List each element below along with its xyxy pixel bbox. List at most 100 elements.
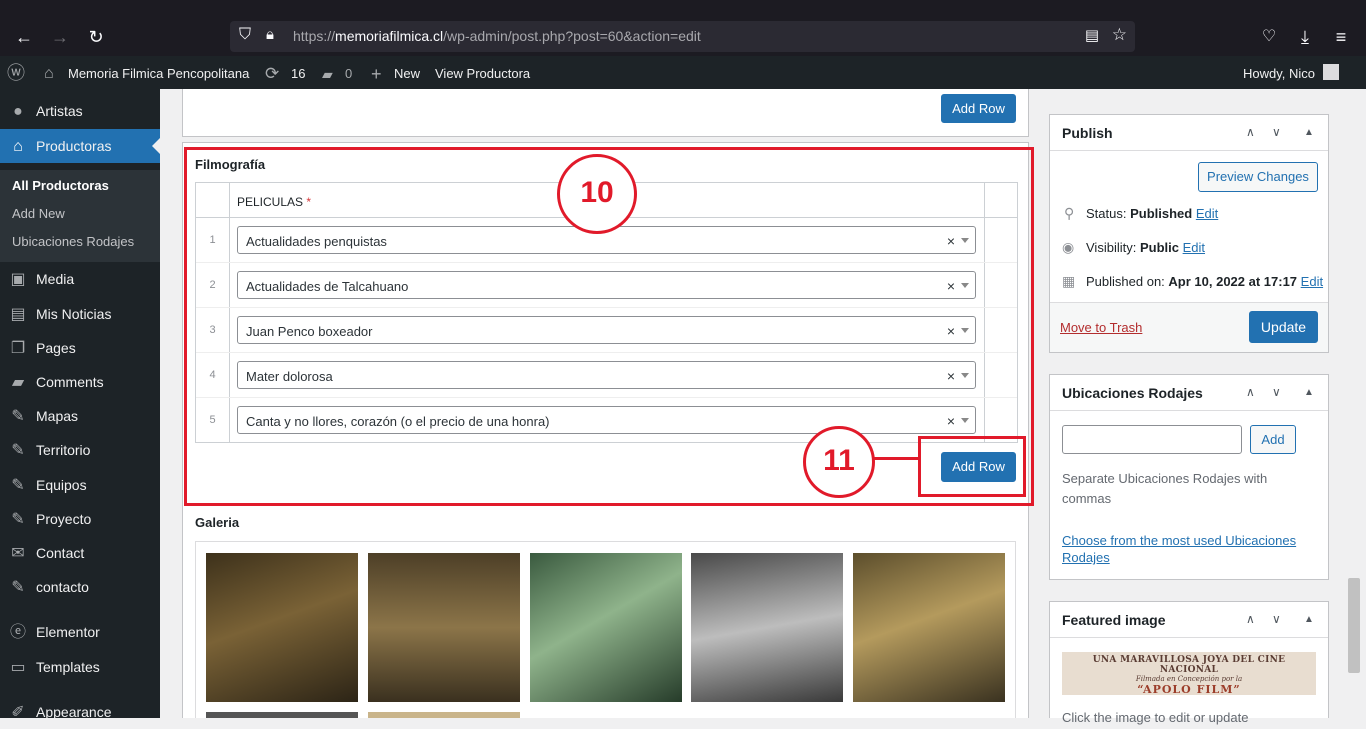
- annotation-callout-10: 10: [557, 154, 637, 234]
- url-bar[interactable]: ⛉ 🔒︎ https://memoriafilmica.cl/wp-admin/…: [230, 21, 1135, 52]
- sidebar-item-pages[interactable]: ❐ Pages: [0, 331, 160, 365]
- lock-icon[interactable]: 🔒︎: [266, 26, 274, 43]
- sidebar-item-mis-noticias[interactable]: ▤ Mis Noticias: [0, 297, 160, 331]
- sidebar-item-equipos[interactable]: ✎ Equipos: [0, 468, 160, 502]
- toggle-panel-icon[interactable]: ▲: [1304, 387, 1314, 398]
- url-text[interactable]: https://memoriafilmica.cl/wp-admin/post.…: [293, 28, 701, 44]
- gallery-thumbnail[interactable]: [530, 553, 682, 702]
- plus-icon[interactable]: +: [371, 56, 382, 89]
- add-row-button-top[interactable]: Add Row: [941, 94, 1016, 123]
- edit-date-link[interactable]: Edit: [1301, 274, 1323, 289]
- page-scrollbar-thumb[interactable]: [1348, 578, 1360, 673]
- new-tag-input[interactable]: [1062, 425, 1242, 454]
- home-icon[interactable]: ⌂: [44, 56, 54, 89]
- submenu-add-new[interactable]: Add New: [12, 206, 65, 221]
- howdy-user[interactable]: Howdy, Nico: [1243, 56, 1315, 89]
- move-up-icon[interactable]: ∧: [1246, 385, 1255, 399]
- preview-changes-button[interactable]: Preview Changes: [1198, 162, 1318, 192]
- update-button[interactable]: Update: [1249, 311, 1318, 343]
- submenu-ubicaciones-rodajes[interactable]: Ubicaciones Rodajes: [12, 234, 134, 249]
- pin-icon: ✎: [11, 511, 25, 528]
- elementor-icon: ⓔ: [9, 624, 26, 641]
- sidebar-item-contact[interactable]: ✉ Contact: [0, 536, 160, 570]
- gallery-thumbnail[interactable]: [206, 712, 358, 718]
- submenu-all-productoras[interactable]: All Productoras: [12, 178, 109, 193]
- sidebar-item-comments[interactable]: ▰ Comments: [0, 365, 160, 399]
- brush-icon: ✐: [11, 704, 25, 721]
- publish-header: Publish ∧ ∨ ▲: [1050, 115, 1328, 151]
- toggle-panel-icon[interactable]: ▲: [1304, 614, 1314, 625]
- current-arrow-icon: [152, 138, 160, 154]
- ubicaciones-rodajes-box: Ubicaciones Rodajes ∧ ∨ ▲ Add Separate U…: [1049, 374, 1329, 580]
- avatar[interactable]: [1323, 64, 1339, 80]
- new-link[interactable]: New: [394, 56, 420, 89]
- sidebar-item-templates[interactable]: ▭ Templates: [0, 650, 160, 684]
- admin-bar: ⓦ ⌂ Memoria Filmica Pencopolitana ⟳ 16 ▰…: [0, 56, 1366, 89]
- sidebar-item-artistas[interactable]: ● Artistas: [0, 94, 160, 128]
- visibility-line: Visibility: Public Edit: [1086, 240, 1206, 255]
- gallery-thumbnail[interactable]: [368, 553, 520, 702]
- comments-count[interactable]: 0: [345, 56, 352, 89]
- browser-chrome: ← → ↻ ⛉ 🔒︎ https://memoriafilmica.cl/wp-…: [0, 0, 1366, 56]
- sidebar-item-mapas[interactable]: ✎ Mapas: [0, 399, 160, 433]
- reader-view-icon[interactable]: ▤: [1085, 26, 1099, 44]
- calendar-icon: ▦: [1062, 273, 1076, 289]
- toggle-panel-icon[interactable]: ▲: [1304, 127, 1314, 138]
- home-icon: ⌂: [13, 138, 23, 155]
- add-tag-button[interactable]: Add: [1250, 425, 1296, 454]
- sidebar-item-productoras[interactable]: ⌂ Productoras: [0, 129, 160, 163]
- sidebar-item-media[interactable]: ▣ Media: [0, 262, 160, 296]
- gallery-thumbnail[interactable]: [368, 712, 520, 718]
- forward-icon[interactable]: →: [49, 26, 71, 48]
- updates-count[interactable]: 16: [291, 56, 305, 89]
- choose-most-used-link[interactable]: Choose from the most used Ubicaciones Ro…: [1062, 532, 1317, 566]
- gallery-thumbnail[interactable]: [853, 553, 1005, 702]
- wordpress-logo-icon[interactable]: ⓦ: [7, 56, 27, 89]
- gallery-thumbnail[interactable]: [691, 553, 843, 702]
- menu-icon[interactable]: ≡: [1330, 26, 1352, 48]
- shield-icon[interactable]: ⛉: [239, 26, 251, 44]
- bookmark-star-icon[interactable]: ☆: [1112, 25, 1127, 45]
- download-icon[interactable]: ⤓: [1294, 26, 1316, 48]
- updates-icon[interactable]: ⟳: [265, 56, 279, 89]
- sidebar-item-contacto[interactable]: ✎ contacto: [0, 570, 160, 604]
- sidebar-item-elementor[interactable]: ⓔ Elementor: [0, 615, 160, 649]
- reload-icon[interactable]: ↻: [85, 26, 107, 48]
- move-up-icon[interactable]: ∧: [1246, 612, 1255, 626]
- sidebar-item-proyecto[interactable]: ✎ Proyecto: [0, 502, 160, 536]
- back-icon[interactable]: ←: [13, 26, 35, 48]
- move-down-icon[interactable]: ∨: [1272, 612, 1281, 626]
- view-productora-link[interactable]: View Productora: [435, 56, 530, 89]
- pin-icon: ✎: [11, 579, 25, 596]
- pages-icon: ❐: [10, 340, 26, 357]
- featured-header: Featured image ∧ ∨ ▲: [1050, 602, 1328, 638]
- pin-icon: ✎: [11, 408, 25, 425]
- featured-image-thumbnail[interactable]: UNA MARAVILLOSA JOYA DEL CINE NACIONAL F…: [1062, 652, 1316, 696]
- annotation-highlight-button: [918, 436, 1026, 497]
- sidebar-item-appearance[interactable]: ✐ Appearance: [0, 695, 160, 729]
- site-name-link[interactable]: Memoria Filmica Pencopolitana: [68, 56, 249, 89]
- document-icon: ▤: [10, 306, 26, 323]
- edit-status-link[interactable]: Edit: [1196, 206, 1218, 221]
- ubicaciones-title: Ubicaciones Rodajes: [1062, 385, 1203, 401]
- previous-field-box: [182, 89, 1029, 137]
- pocket-icon[interactable]: ♡: [1258, 26, 1280, 48]
- annotation-callout-11: 11: [803, 426, 875, 498]
- publish-title: Publish: [1062, 125, 1113, 141]
- move-down-icon[interactable]: ∨: [1272, 125, 1281, 139]
- edit-visibility-link[interactable]: Edit: [1183, 240, 1205, 255]
- eye-icon: ◉: [1062, 239, 1075, 255]
- annotation-connector-line: [870, 457, 920, 460]
- move-up-icon[interactable]: ∧: [1246, 125, 1255, 139]
- move-to-trash-link[interactable]: Move to Trash: [1060, 320, 1142, 335]
- featured-image-text: UNA MARAVILLOSA JOYA DEL CINE NACIONAL: [1092, 655, 1286, 675]
- featured-title: Featured image: [1062, 612, 1166, 628]
- move-down-icon[interactable]: ∨: [1272, 385, 1281, 399]
- admin-sidebar: ● Artistas ⌂ Productoras All Productoras A…: [0, 89, 160, 721]
- comment-icon[interactable]: ▰: [322, 56, 333, 89]
- gallery-thumbnail[interactable]: [206, 553, 358, 702]
- sidebar-submenu: All Productoras Add New Ubicaciones Roda…: [0, 170, 160, 262]
- sidebar-item-territorio[interactable]: ✎ Territorio: [0, 433, 160, 467]
- folder-icon: ▭: [10, 659, 26, 676]
- tag-help-text: Separate Ubicaciones Rodajes with commas: [1062, 471, 1268, 506]
